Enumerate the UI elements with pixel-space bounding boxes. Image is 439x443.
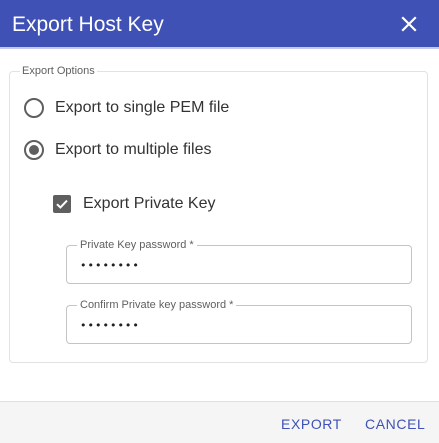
close-button[interactable] bbox=[399, 14, 419, 34]
confirm-password-input[interactable] bbox=[80, 315, 400, 335]
export-options-legend: Export Options bbox=[20, 65, 97, 77]
dialog-titlebar: Export Host Key bbox=[0, 0, 439, 49]
dialog-footer: EXPORT CANCEL bbox=[0, 401, 439, 443]
private-key-password-input[interactable] bbox=[80, 255, 400, 275]
radio-button-unchecked[interactable] bbox=[24, 98, 44, 118]
radio-multiple-files-label: Export to multiple files bbox=[55, 141, 212, 158]
cancel-button[interactable]: CANCEL bbox=[365, 416, 425, 432]
radio-single-pem[interactable]: Export to single PEM file bbox=[24, 96, 229, 120]
radio-button-checked[interactable] bbox=[24, 140, 44, 160]
dialog-title: Export Host Key bbox=[12, 13, 164, 36]
checkmark-icon bbox=[56, 199, 68, 209]
radio-dot bbox=[29, 145, 39, 155]
export-private-key-checkbox[interactable] bbox=[53, 195, 71, 213]
private-key-password-field: Private Key password * bbox=[66, 239, 412, 284]
radio-single-pem-label: Export to single PEM file bbox=[55, 99, 230, 116]
export-private-key-label: Export Private Key bbox=[83, 195, 216, 212]
close-icon bbox=[401, 16, 417, 32]
private-key-password-label: Private Key password * bbox=[77, 239, 197, 251]
export-button[interactable]: EXPORT bbox=[281, 416, 342, 432]
confirm-password-field: Confirm Private key password * bbox=[66, 299, 412, 344]
export-host-key-dialog: Export Host Key Export Options Export to… bbox=[0, 0, 439, 443]
radio-multiple-files[interactable]: Export to multiple files bbox=[24, 138, 212, 162]
confirm-password-label: Confirm Private key password * bbox=[77, 299, 237, 311]
export-private-key-checkbox-row[interactable]: Export Private Key bbox=[53, 192, 216, 216]
